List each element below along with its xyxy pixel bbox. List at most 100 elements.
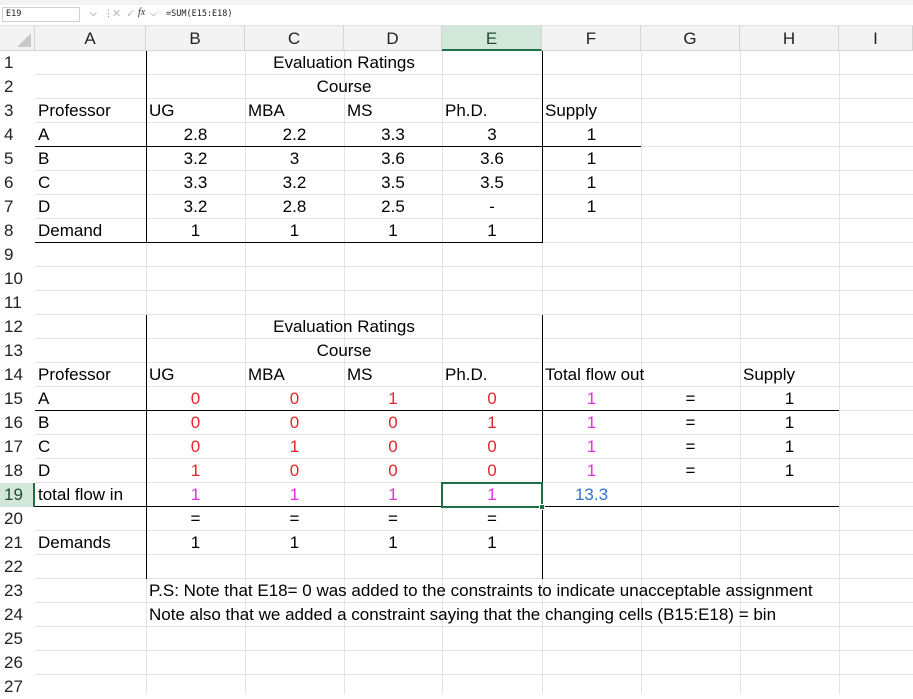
rating-cell[interactable]: 3.6: [442, 147, 542, 171]
rating-cell[interactable]: 2.5: [344, 195, 442, 219]
row-header-10[interactable]: 10: [0, 267, 35, 291]
row-header-3[interactable]: 3: [0, 99, 35, 123]
row-header-1[interactable]: 1: [0, 51, 35, 75]
header-cell[interactable]: Supply: [542, 99, 641, 123]
equals-cell[interactable]: =: [442, 507, 542, 531]
demand-cell[interactable]: 1: [344, 219, 442, 243]
row-header-18[interactable]: 18: [0, 459, 35, 483]
equals-cell[interactable]: =: [641, 435, 740, 459]
supply-cell[interactable]: 1: [740, 387, 839, 411]
equals-cell[interactable]: =: [344, 507, 442, 531]
top-table-subtitle[interactable]: Course: [146, 75, 542, 99]
row-header-14[interactable]: 14: [0, 363, 35, 387]
decision-cell[interactable]: 1: [344, 387, 442, 411]
row-header-2[interactable]: 2: [0, 75, 35, 99]
column-header-i[interactable]: I: [839, 26, 913, 51]
column-header-h[interactable]: H: [740, 26, 839, 51]
professor-label[interactable]: A: [35, 387, 146, 411]
row-header-19[interactable]: 19: [0, 483, 35, 507]
decision-cell[interactable]: 1: [442, 411, 542, 435]
column-header-b[interactable]: B: [146, 26, 245, 51]
row-header-21[interactable]: 21: [0, 531, 35, 555]
decision-cell[interactable]: 0: [442, 459, 542, 483]
row-header-9[interactable]: 9: [0, 243, 35, 267]
fill-handle[interactable]: [539, 504, 545, 510]
decision-cell[interactable]: 0: [344, 435, 442, 459]
rating-cell[interactable]: 3: [442, 123, 542, 147]
professor-label[interactable]: A: [35, 123, 146, 147]
row-header-15[interactable]: 15: [0, 387, 35, 411]
rating-cell[interactable]: 3.6: [344, 147, 442, 171]
rating-cell[interactable]: 3.2: [245, 171, 344, 195]
top-table-title[interactable]: Evaluation Ratings: [146, 51, 542, 75]
supply-cell[interactable]: 1: [542, 147, 641, 171]
row-header-25[interactable]: 25: [0, 627, 35, 651]
header-cell[interactable]: MBA: [245, 363, 344, 387]
demand-cell[interactable]: 1: [245, 531, 344, 555]
rating-cell[interactable]: 3.3: [146, 171, 245, 195]
insert-function-icon[interactable]: fx: [138, 7, 145, 18]
name-box[interactable]: E19: [2, 7, 80, 22]
name-box-dropdown-icon[interactable]: ⌵: [90, 8, 97, 19]
equals-cell[interactable]: =: [641, 459, 740, 483]
column-header-c[interactable]: C: [245, 26, 344, 51]
bottom-table-subtitle[interactable]: Course: [146, 339, 542, 363]
decision-cell[interactable]: 0: [442, 435, 542, 459]
row-header-20[interactable]: 20: [0, 507, 35, 531]
row-header-7[interactable]: 7: [0, 195, 35, 219]
column-header-g[interactable]: G: [641, 26, 740, 51]
demands-label[interactable]: Demands: [35, 531, 146, 555]
flow-out-cell[interactable]: 1: [542, 459, 641, 483]
header-cell[interactable]: MBA: [245, 99, 344, 123]
bottom-table-title[interactable]: Evaluation Ratings: [146, 315, 542, 339]
header-cell[interactable]: MS: [344, 99, 442, 123]
row-header-27[interactable]: 27: [0, 675, 35, 699]
cancel-formula-icon[interactable]: ✕: [112, 7, 121, 20]
decision-cell[interactable]: 0: [344, 459, 442, 483]
function-dropdown-icon[interactable]: ⌵: [150, 8, 157, 19]
flow-out-cell[interactable]: 1: [542, 411, 641, 435]
demand-cell[interactable]: 1: [442, 219, 542, 243]
row-header-5[interactable]: 5: [0, 147, 35, 171]
total-flow-in-label[interactable]: total flow in: [35, 483, 146, 507]
professor-label[interactable]: C: [35, 171, 146, 195]
decision-cell[interactable]: 0: [245, 459, 344, 483]
rating-cell[interactable]: 3: [245, 147, 344, 171]
demand-cell[interactable]: 1: [245, 219, 344, 243]
demand-label[interactable]: Demand: [35, 219, 146, 243]
header-cell[interactable]: Ph.D.: [442, 99, 542, 123]
row-header-8[interactable]: 8: [0, 219, 35, 243]
decision-cell[interactable]: 0: [146, 411, 245, 435]
select-all-button[interactable]: [0, 26, 35, 51]
header-cell[interactable]: Professor: [35, 99, 146, 123]
decision-cell[interactable]: 0: [146, 435, 245, 459]
demand-cell[interactable]: 1: [146, 531, 245, 555]
rating-cell[interactable]: 2.2: [245, 123, 344, 147]
rating-cell[interactable]: 3.5: [442, 171, 542, 195]
row-header-4[interactable]: 4: [0, 123, 35, 147]
row-header-23[interactable]: 23: [0, 579, 35, 603]
flow-in-cell[interactable]: 1: [344, 483, 442, 507]
header-cell[interactable]: Supply: [740, 363, 839, 387]
demand-cell[interactable]: 1: [146, 219, 245, 243]
header-cell[interactable]: Total flow out: [542, 363, 740, 387]
column-header-d[interactable]: D: [344, 26, 442, 51]
supply-cell[interactable]: 1: [740, 459, 839, 483]
header-cell[interactable]: UG: [146, 99, 245, 123]
rating-cell[interactable]: 2.8: [245, 195, 344, 219]
row-header-22[interactable]: 22: [0, 555, 35, 579]
row-header-24[interactable]: 24: [0, 603, 35, 627]
rating-cell[interactable]: 2.8: [146, 123, 245, 147]
rating-cell[interactable]: 3.2: [146, 195, 245, 219]
flow-out-cell[interactable]: 1: [542, 435, 641, 459]
objective-cell[interactable]: 13.3: [542, 483, 641, 507]
decision-cell[interactable]: 0: [442, 387, 542, 411]
rating-cell[interactable]: 3.2: [146, 147, 245, 171]
flow-in-cell[interactable]: 1: [245, 483, 344, 507]
decision-cell[interactable]: 0: [245, 411, 344, 435]
equals-cell[interactable]: =: [146, 507, 245, 531]
professor-label[interactable]: B: [35, 411, 146, 435]
row-header-6[interactable]: 6: [0, 171, 35, 195]
enter-formula-icon[interactable]: ✓: [126, 7, 135, 20]
decision-cell[interactable]: 0: [344, 411, 442, 435]
